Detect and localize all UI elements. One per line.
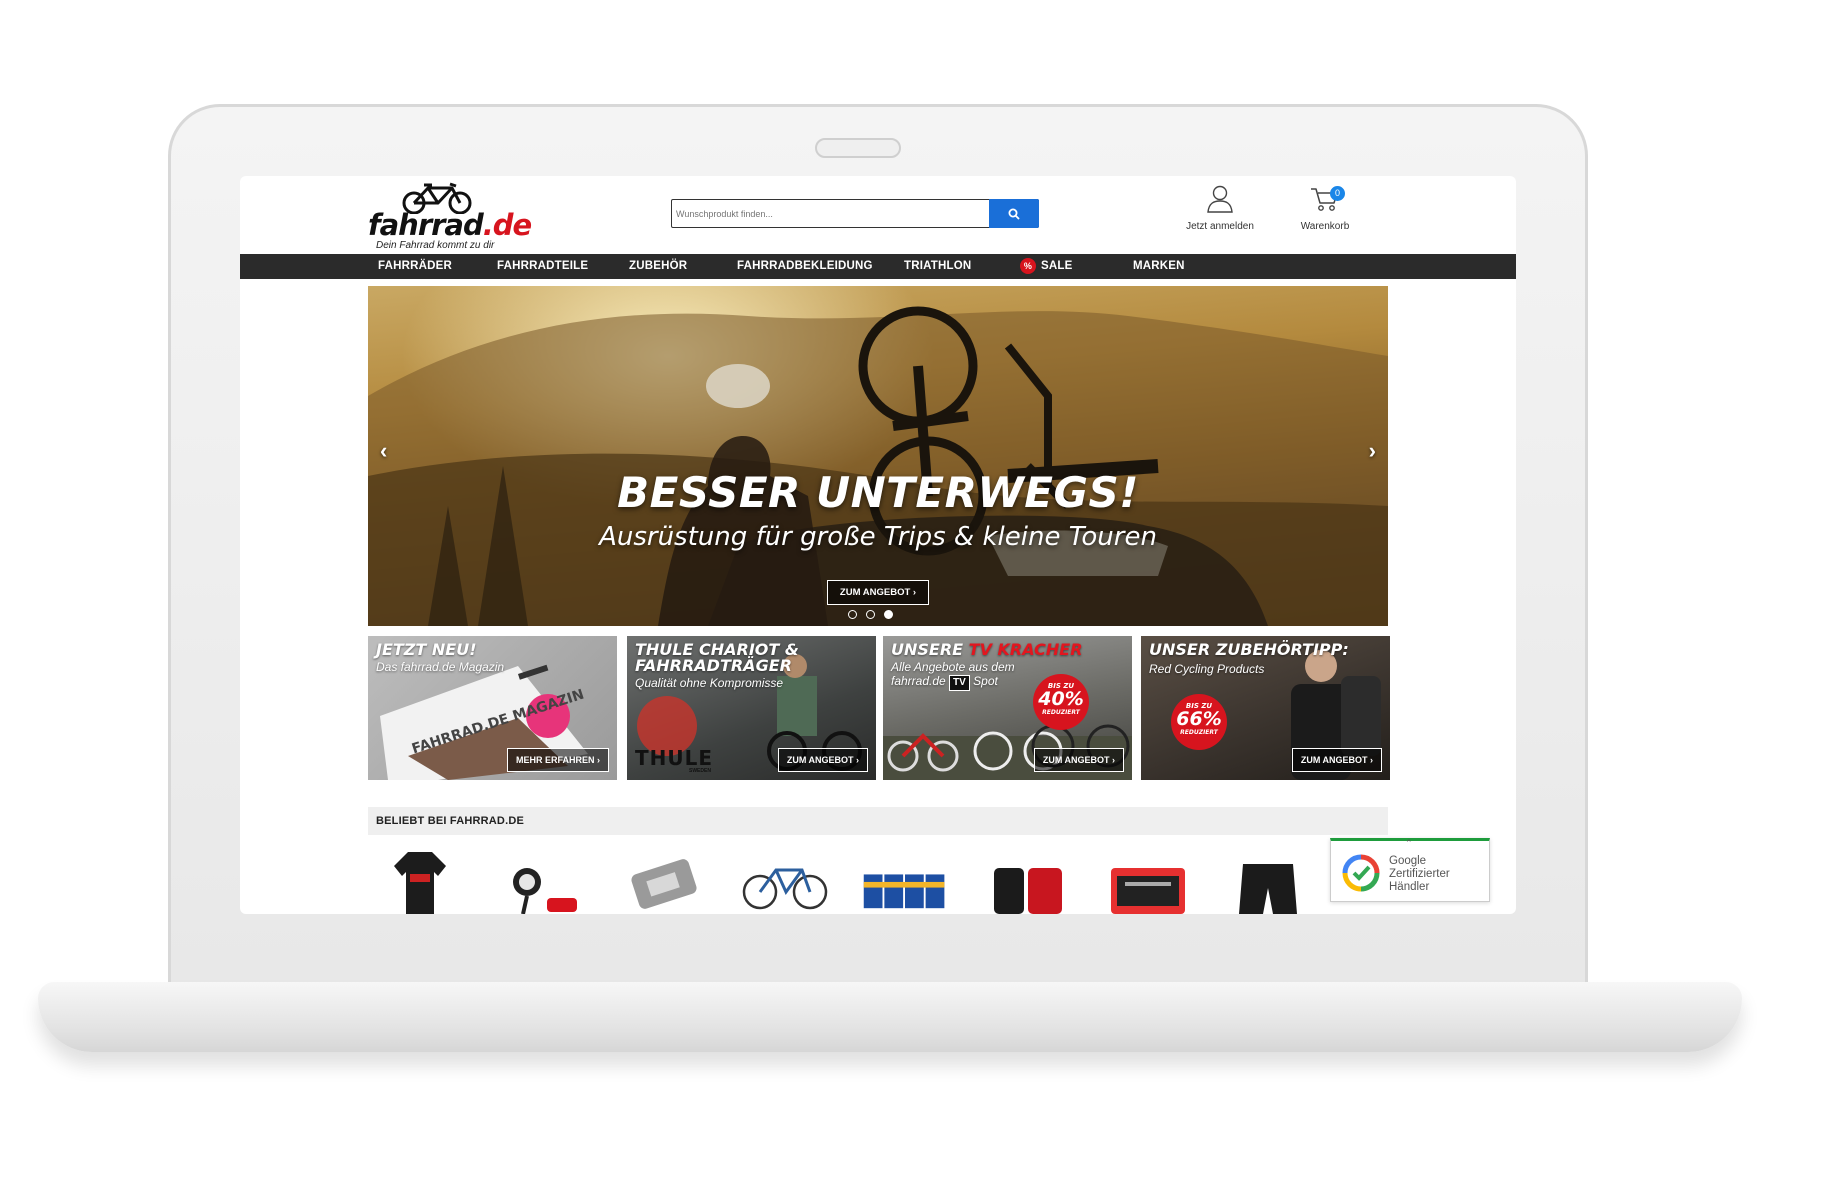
nav-item-triathlon[interactable]: TRIATHLON — [904, 254, 971, 279]
tv-badge: TV — [949, 675, 970, 691]
nav-sale-label: SALE — [1041, 260, 1073, 272]
nav-item-zubehoer[interactable]: ZUBEHÖR — [629, 254, 687, 279]
site-logo[interactable]: fahrrad.de Dein Fahrrad kommt zu dir — [368, 182, 532, 251]
teaser-tv-subtitle-prefix: fahrrad.de — [891, 674, 950, 688]
slider-dot-1[interactable] — [848, 610, 857, 619]
thule-brand-mark: THULE — [635, 746, 714, 770]
discount-badge-66-value: 66% — [1176, 708, 1222, 730]
user-icon — [1207, 185, 1233, 213]
sale-percent-icon: % — [1020, 257, 1036, 274]
teaser-tv-title: UNSERE TV KRACHER — [891, 642, 1083, 658]
cart-count-badge: 0 — [1330, 186, 1345, 201]
laptop-base — [38, 982, 1742, 1052]
main-navigation: FAHRRÄDER FAHRRADTEILE ZUBEHÖR FAHRRADBE… — [240, 254, 1516, 279]
product-toolbox[interactable] — [1103, 848, 1193, 914]
account-link[interactable]: Jetzt anmelden — [1180, 184, 1260, 232]
product-tubes[interactable] — [860, 848, 950, 914]
nav-item-fahrraeder[interactable]: FAHRRÄDER — [378, 254, 452, 279]
browser-screen: fahrrad.de Dein Fahrrad kommt zu dir Jet… — [240, 176, 1516, 914]
hero-background-image — [368, 306, 1388, 626]
teaser-thule[interactable]: THULE CHARIOT & FAHRRADTRÄGER Qualität oh… — [627, 636, 876, 780]
cart-link[interactable]: 0 Warenkorb — [1290, 184, 1360, 232]
google-badge-line1: Google — [1389, 855, 1427, 867]
google-certified-badge[interactable]: ⌃ Google Zertifizierter Händler — [1330, 838, 1490, 902]
search-icon — [1008, 208, 1020, 220]
product-bicycle[interactable] — [740, 848, 830, 914]
teaser-magazin-button[interactable]: MEHR ERFAHREN › — [506, 748, 609, 772]
search-input[interactable] — [676, 203, 976, 225]
slider-pagination — [848, 610, 893, 619]
discount-badge-66-label: REDUZIERT — [1180, 729, 1218, 736]
slider-dot-2[interactable] — [866, 610, 875, 619]
google-badge-line3: Händler — [1389, 881, 1430, 893]
search-button[interactable] — [989, 199, 1039, 228]
bike-light-icon — [513, 868, 577, 914]
teaser-thule-button[interactable]: ZUM ANGEBOT › — [777, 748, 868, 772]
site-header: fahrrad.de Dein Fahrrad kommt zu dir Jet… — [240, 176, 1516, 254]
teaser-thule-button-label: ZUM ANGEBOT — [786, 755, 854, 765]
hero-cta-label: ZUM ANGEBOT — [839, 587, 911, 598]
logo-wordmark: fahrrad.de — [368, 208, 532, 242]
pedal-icon — [631, 859, 697, 909]
product-shorts[interactable] — [1223, 848, 1313, 914]
pannier-bag-icon — [994, 868, 1062, 914]
slider-next-arrow[interactable]: › — [1369, 438, 1376, 464]
jersey-icon — [394, 852, 446, 914]
teaser-thule-title: THULE CHARIOT & FAHRRADTRÄGER — [635, 642, 799, 674]
teaser-zubehoer-subtitle: Red Cycling Products — [1149, 662, 1265, 676]
account-label: Jetzt anmelden — [1186, 221, 1254, 232]
tube-boxes-icon — [863, 874, 945, 909]
nav-item-fahrradbekleidung[interactable]: FAHRRADBEKLEIDUNG — [737, 254, 873, 279]
teaser-magazin[interactable]: FAHRRAD.DE MAGAZIN JETZT NEU! Das fahrra… — [368, 636, 617, 780]
slider-dot-3[interactable] — [884, 610, 893, 619]
product-pannier[interactable] — [983, 848, 1073, 914]
teaser-tv-button-label: ZUM ANGEBOT — [1042, 755, 1110, 765]
search-bar — [671, 199, 1039, 228]
teaser-zubehoer-button[interactable]: ZUM ANGEBOT › — [1291, 748, 1382, 772]
product-bike-light[interactable] — [500, 848, 590, 914]
teaser-thule-subtitle: Qualität ohne Kompromisse — [635, 676, 784, 690]
product-jersey[interactable] — [375, 848, 465, 914]
logo-tagline: Dein Fahrrad kommt zu dir — [376, 240, 495, 251]
chevron-up-icon[interactable]: ⌃ — [1405, 838, 1413, 849]
hero-subtitle: Ausrüstung für große Trips & kleine Tour… — [599, 522, 1157, 552]
popular-section-title: BELIEBT BEI FAHRRAD.DE — [376, 815, 525, 827]
discount-badge-40-value: 40% — [1038, 688, 1084, 710]
slider-prev-arrow[interactable]: ‹ — [380, 438, 387, 464]
hero-cta-button[interactable]: ZUM ANGEBOT › — [827, 580, 929, 605]
thule-brand-sub: SWEDEN — [689, 768, 711, 774]
nav-item-marken[interactable]: MARKEN — [1133, 254, 1185, 279]
teaser-tv-kracher[interactable]: UNSERE TV KRACHER Alle Angebote aus dem f… — [883, 636, 1132, 780]
cart-label: Warenkorb — [1300, 221, 1350, 232]
teaser-magazin-button-label: MEHR ERFAHREN — [515, 755, 595, 765]
teaser-zubehoertipp[interactable]: UNSER ZUBEHÖRTIPP: Red Cycling Products … — [1141, 636, 1390, 780]
discount-badge-40-label: REDUZIERT — [1042, 709, 1080, 716]
hero-slider[interactable]: ‹ › BESSER UNTERWEGS! Ausrüstung für gro… — [368, 286, 1388, 626]
nav-item-fahrradteile[interactable]: FAHRRADTEILE — [497, 254, 588, 279]
teaser-tv-subtitle-line1: Alle Angebote aus dem — [891, 660, 1015, 674]
discount-badge-66: BIS ZU 66% REDUZIERT — [1171, 694, 1227, 750]
hero-title: BESSER UNTERWEGS! — [617, 468, 1139, 517]
teaser-thule-title-line2: FAHRRADTRÄGER — [635, 656, 792, 675]
toolbox-icon — [1111, 868, 1185, 914]
teaser-tv-subtitle: Alle Angebote aus dem fahrrad.de TV Spot — [891, 660, 1015, 691]
google-badge-text: Google Zertifizierter Händler — [1389, 855, 1450, 894]
teaser-tv-button[interactable]: ZUM ANGEBOT › — [1033, 748, 1124, 772]
google-check-icon — [1342, 854, 1380, 892]
discount-badge-40: BIS ZU 40% REDUZIERT — [1033, 674, 1089, 730]
laptop-camera — [815, 138, 901, 158]
google-badge-line2: Zertifizierter — [1389, 868, 1450, 880]
teaser-tv-title-prefix: UNSERE — [891, 640, 969, 659]
teaser-tv-title-highlight: TV KRACHER — [968, 640, 1083, 659]
teaser-zubehoer-title: UNSER ZUBEHÖRTIPP: — [1149, 640, 1349, 659]
teaser-zubehoer-button-label: ZUM ANGEBOT — [1300, 755, 1368, 765]
teaser-magazin-title: JETZT NEU! — [376, 640, 477, 659]
product-pedal[interactable] — [620, 848, 710, 914]
shorts-icon — [1239, 864, 1297, 914]
nav-item-sale[interactable]: % SALE — [1020, 254, 1072, 279]
bicycle-icon — [742, 868, 828, 910]
popular-section-header: BELIEBT BEI FAHRRAD.DE — [368, 807, 1388, 835]
teaser-tv-subtitle-suffix: Spot — [969, 674, 998, 688]
teaser-magazin-subtitle: Das fahrrad.de Magazin — [376, 660, 505, 674]
